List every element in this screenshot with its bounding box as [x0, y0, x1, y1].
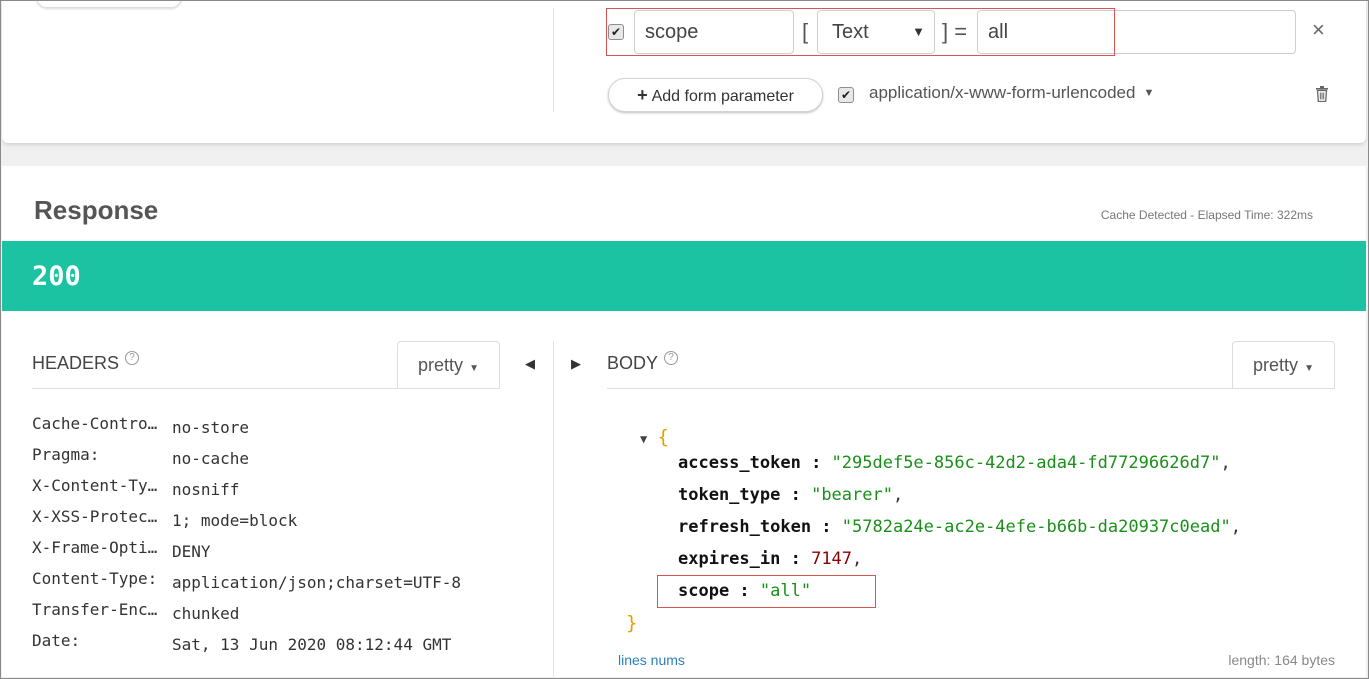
section-divider — [553, 341, 554, 677]
caret-down-icon: ▼ — [1143, 87, 1155, 99]
headers-underline — [32, 388, 500, 389]
caret-down-icon: ▼ — [469, 363, 479, 374]
header-key: X-Frame-Opti… — [32, 538, 158, 557]
request-form-panel: ✔ scope [ Text ▼ ] = all × + Add form par… — [2, 0, 1366, 143]
headers-heading: HEADERS? — [32, 351, 140, 374]
panel-divider — [553, 8, 554, 112]
body-pretty-dropdown[interactable]: pretty ▼ — [1232, 341, 1335, 389]
status-code: 200 — [32, 261, 81, 292]
highlight-box — [657, 575, 876, 608]
header-row: X-XSS-Protec… 1; mode=block — [32, 507, 461, 538]
header-row: X-Content-Ty… nosniff — [32, 476, 461, 507]
body-underline — [607, 388, 1335, 389]
body-label: BODY — [607, 353, 659, 373]
highlight-box — [606, 8, 1115, 56]
json-open-brace: { — [657, 426, 669, 448]
content-type-dropdown[interactable]: application/x-www-form-urlencoded ▼ — [869, 83, 1154, 103]
json-value: 7147 — [811, 549, 853, 569]
header-value: DENY — [172, 542, 211, 561]
json-comma: , — [1220, 453, 1231, 473]
headers-pretty-dropdown[interactable]: pretty ▼ — [397, 341, 500, 389]
collapse-toggle-icon[interactable]: ▼ — [640, 432, 647, 446]
header-value: no-cache — [172, 449, 250, 468]
header-value: nosniff — [172, 480, 240, 499]
json-key: access_token — [678, 453, 801, 473]
header-value: chunked — [172, 604, 240, 623]
json-field: expires_in : 7147, — [678, 549, 863, 569]
content-type-label: application/x-www-form-urlencoded — [869, 83, 1136, 102]
status-bar: 200 — [2, 241, 1366, 311]
elapsed-time-text: Cache Detected - Elapsed Time: 322ms — [1100, 208, 1313, 222]
help-icon[interactable]: ? — [125, 351, 140, 365]
header-key: Date: — [32, 631, 81, 650]
json-field: access_token : "295def5e-856c-42d2-ada4-… — [678, 453, 1231, 473]
body-heading: BODY? — [607, 351, 679, 374]
caret-down-icon: ▼ — [1304, 363, 1314, 374]
json-comma: , — [1230, 517, 1241, 537]
json-close-brace: } — [626, 612, 638, 634]
json-key: expires_in — [678, 549, 781, 569]
json-object-close: } — [626, 612, 637, 634]
header-key: Pragma: — [32, 445, 100, 464]
content-type-checkbox[interactable]: ✔ — [838, 87, 854, 103]
json-object-open: ▼ { — [640, 426, 669, 448]
header-value: Sat, 13 Jun 2020 08:12:44 GMT — [172, 635, 452, 654]
pretty-label: pretty — [418, 355, 464, 375]
add-form-parameter-button[interactable]: + Add form parameter — [608, 78, 823, 112]
header-key: X-Content-Ty… — [32, 476, 158, 495]
json-key: refresh_token — [678, 517, 812, 537]
pretty-label: pretty — [1253, 355, 1299, 375]
expand-right-icon[interactable]: ▶ — [571, 356, 581, 372]
header-row: Cache-Contro… no-store — [32, 414, 461, 445]
body-length-text: length: 164 bytes — [1228, 652, 1335, 668]
header-row: Content-Type: application/json;charset=UT… — [32, 569, 461, 600]
add-form-parameter-label: Add form parameter — [651, 88, 794, 105]
headers-label: HEADERS — [32, 353, 120, 373]
json-comma: , — [892, 485, 904, 505]
plus-icon: + — [637, 85, 648, 105]
response-title: Response — [34, 195, 159, 225]
headers-list: Cache-Contro… no-store Pragma: no-cache X-… — [32, 414, 461, 662]
header-row: Date: Sat, 13 Jun 2020 08:12:44 GMT — [32, 631, 461, 662]
header-row: Transfer-Enc… chunked — [32, 600, 461, 631]
json-value: "bearer" — [811, 485, 893, 505]
header-key: Cache-Contro… — [32, 414, 158, 433]
trash-icon[interactable] — [1315, 86, 1329, 102]
json-key: token_type — [678, 485, 781, 505]
json-value: "295def5e-856c-42d2-ada4-fd77296626d7" — [831, 453, 1221, 473]
json-field: refresh_token : "5782a24e-ac2e-4efe-b66b… — [678, 517, 1241, 537]
help-icon[interactable]: ? — [664, 351, 679, 365]
json-field: token_type : "bearer", — [678, 485, 904, 505]
header-key: X-XSS-Protec… — [32, 507, 158, 526]
response-panel: Response Cache Detected - Elapsed Time: … — [2, 166, 1366, 677]
header-value: application/json;charset=UTF-8 — [172, 573, 461, 592]
header-value: no-store — [172, 418, 250, 437]
partial-button[interactable] — [36, 0, 182, 8]
json-comma: , — [852, 549, 863, 569]
collapse-left-icon[interactable]: ◀ — [525, 356, 535, 372]
header-row: Pragma: no-cache — [32, 445, 461, 476]
header-key: Transfer-Enc… — [32, 600, 158, 619]
header-row: X-Frame-Opti… DENY — [32, 538, 461, 569]
header-key: Content-Type: — [32, 569, 158, 588]
header-value: 1; mode=block — [172, 511, 298, 530]
lines-nums-link[interactable]: lines nums — [618, 652, 685, 668]
close-icon[interactable]: × — [1312, 17, 1325, 43]
json-value: "5782a24e-ac2e-4efe-b66b-da20937c0ead" — [841, 517, 1231, 537]
